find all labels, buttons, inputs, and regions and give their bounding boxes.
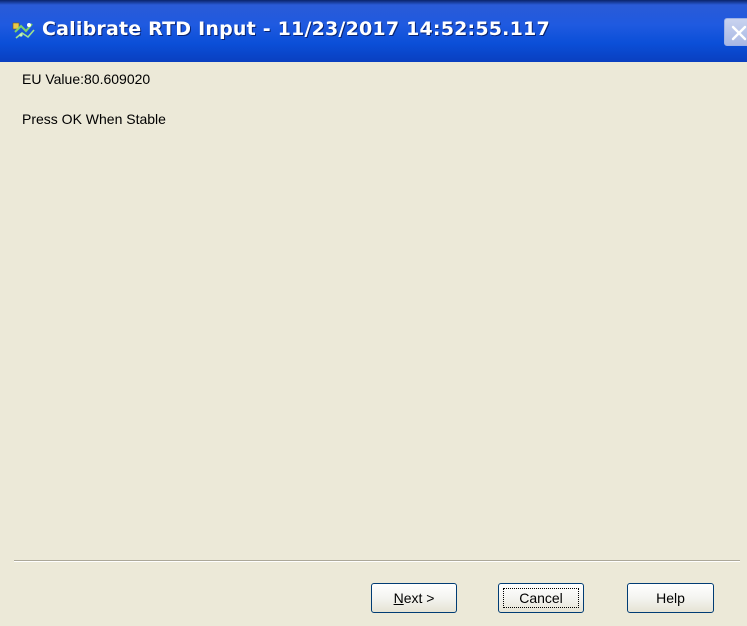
button-divider: [14, 560, 740, 562]
instruction-label: Press OK When Stable: [22, 111, 166, 127]
help-button-label: Help: [656, 590, 685, 606]
title-bar[interactable]: Calibrate RTD Input - 11/23/2017 14:52:5…: [0, 0, 747, 62]
help-button[interactable]: Help: [627, 583, 714, 613]
close-icon: [731, 25, 747, 41]
window-title: Calibrate RTD Input - 11/23/2017 14:52:5…: [42, 18, 550, 40]
app-icon: [12, 20, 36, 42]
close-button[interactable]: [724, 18, 747, 46]
cancel-button[interactable]: Cancel: [498, 583, 584, 613]
dialog-body: EU Value:80.609020 Press OK When Stable …: [0, 62, 747, 626]
calibrate-rtd-dialog: Calibrate RTD Input - 11/23/2017 14:52:5…: [0, 0, 747, 626]
next-button-label: ext >: [403, 590, 435, 606]
next-button[interactable]: Next >: [371, 583, 457, 613]
next-button-mnemonic: N: [393, 590, 404, 606]
eu-value-label: EU Value:80.609020: [22, 71, 151, 87]
cancel-button-label: Cancel: [519, 590, 563, 606]
